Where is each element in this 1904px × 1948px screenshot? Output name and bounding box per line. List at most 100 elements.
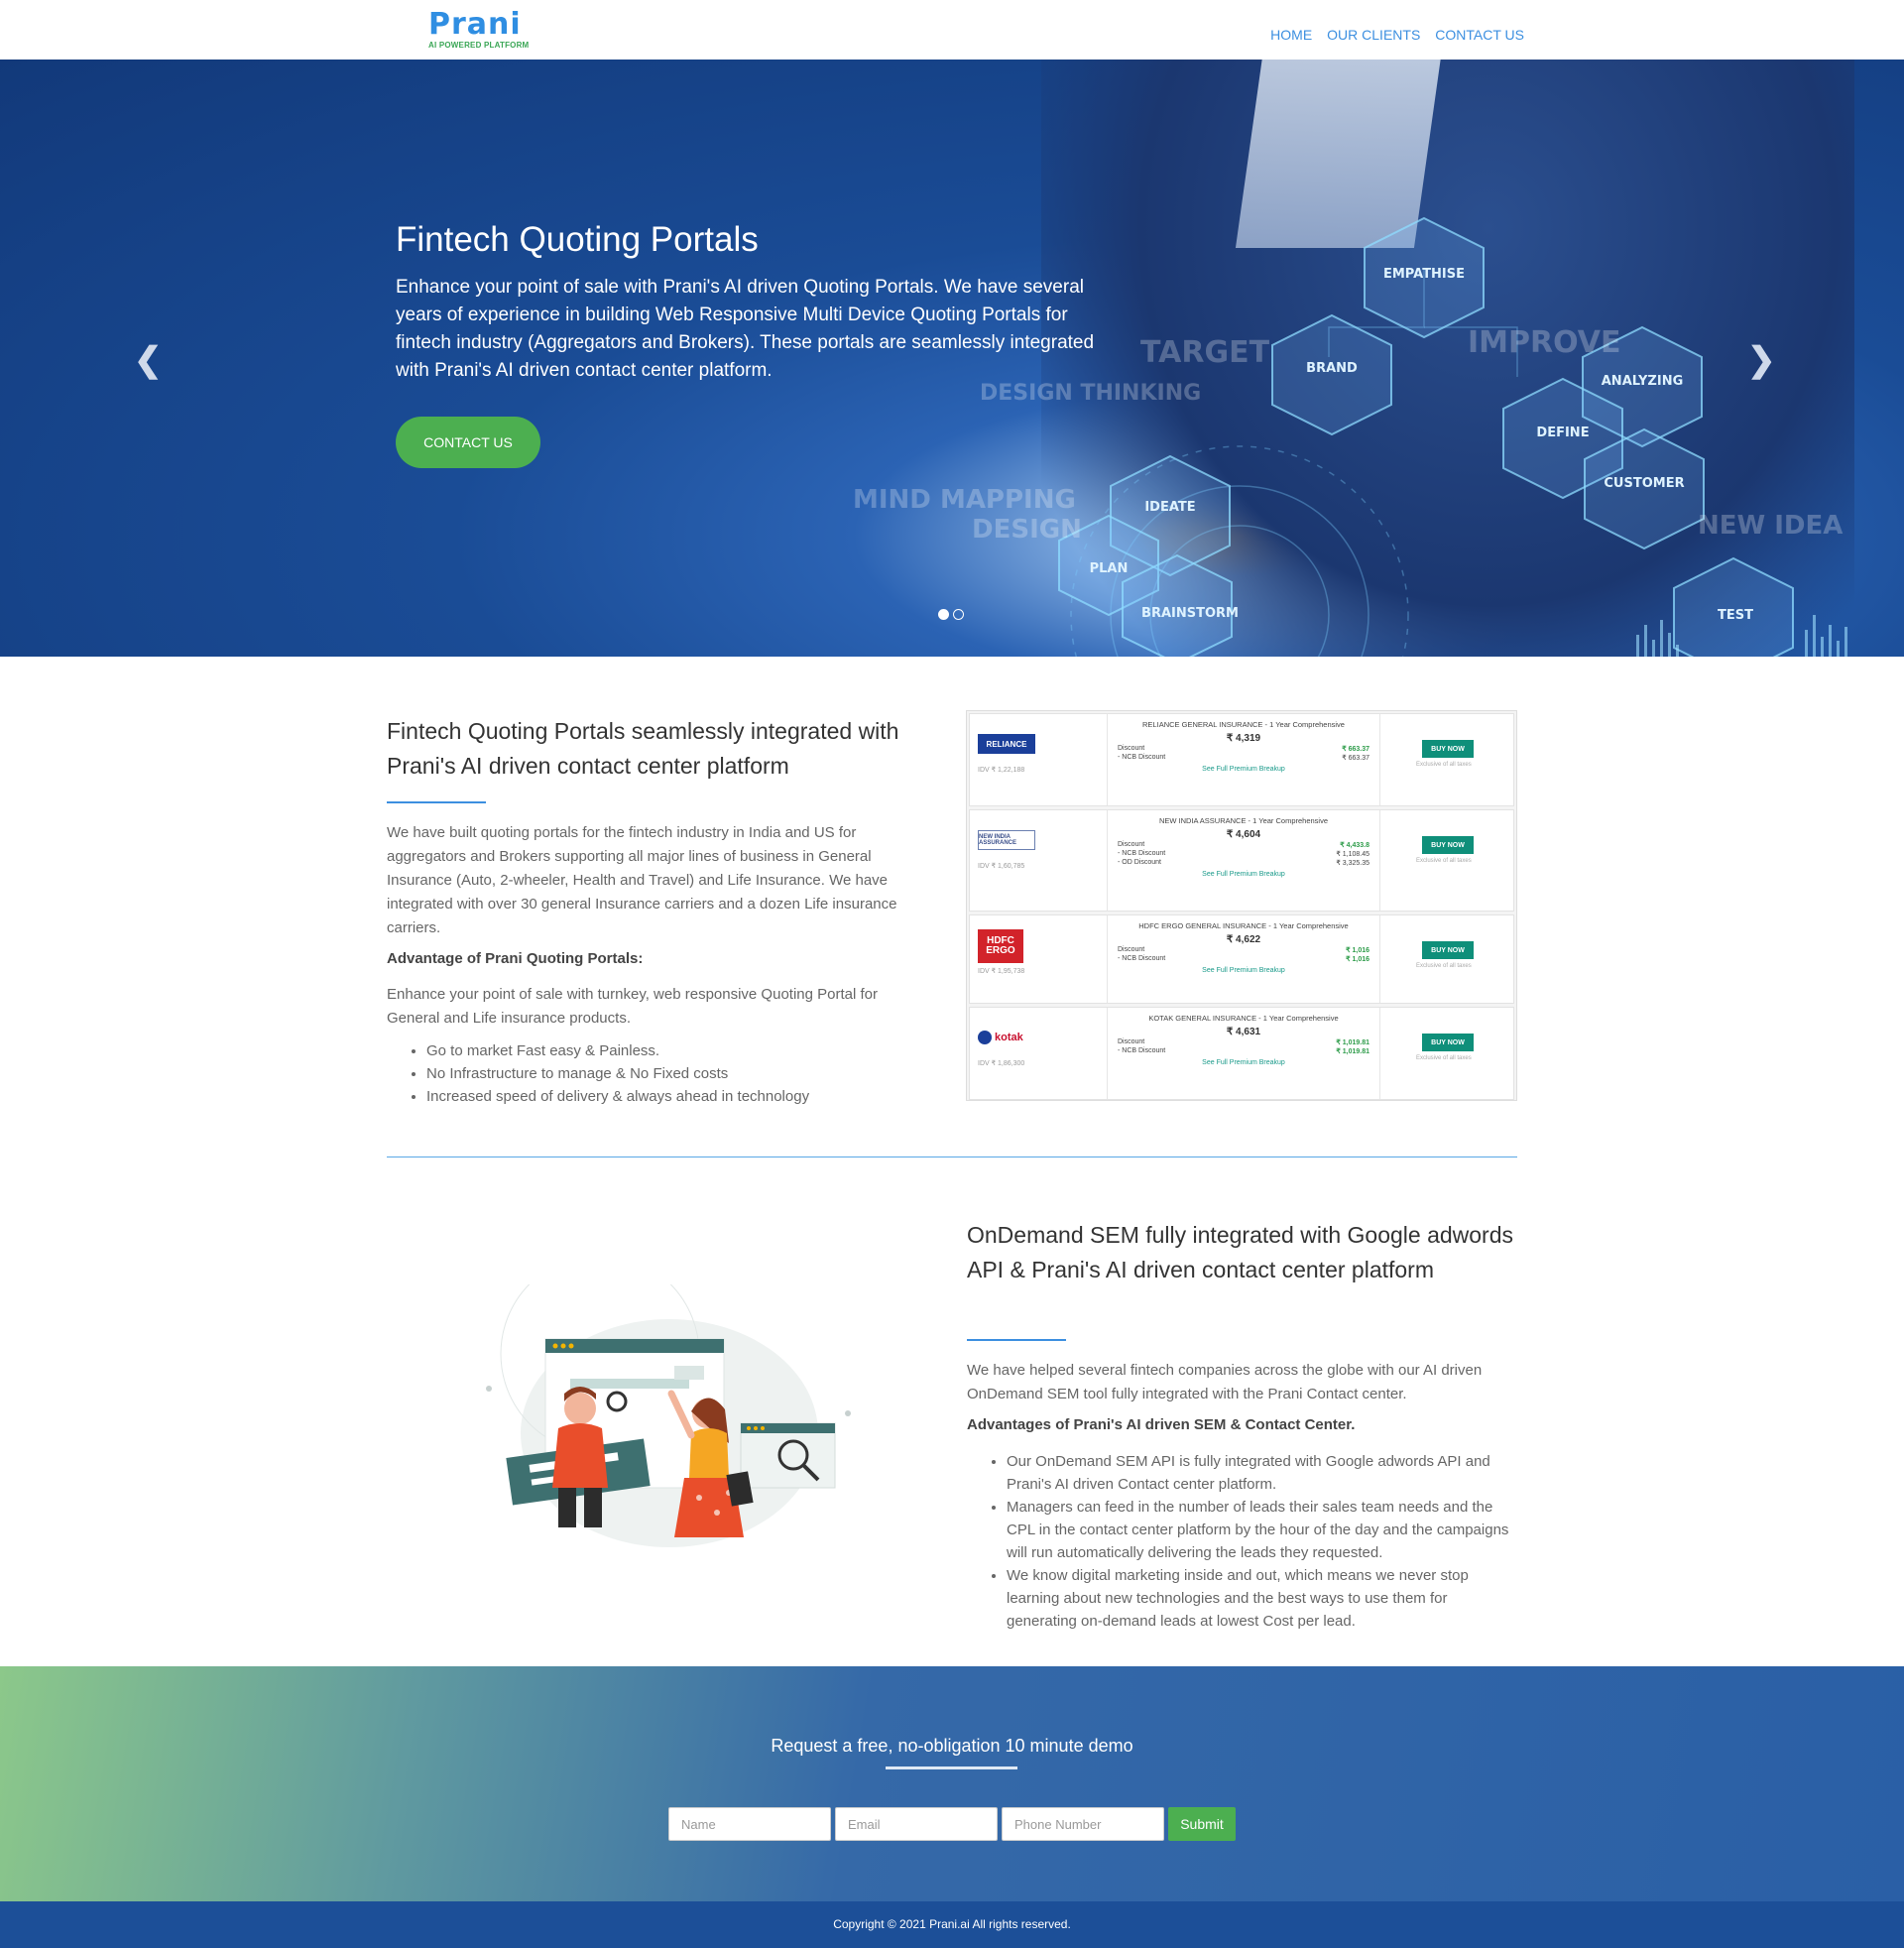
quote-line: Discount ₹ 4,433.8 <box>1118 841 1369 849</box>
quote-idv: IDV ₹ 1,60,785 <box>978 863 1025 870</box>
kotak-logo-icon <box>978 1031 992 1044</box>
section1-subheading: Advantage of Prani Quoting Portals: <box>387 950 644 967</box>
quote-row: RELIANCE IDV ₹ 1,22,188 RELIANCE GENERAL… <box>969 713 1514 806</box>
quote-price: ₹ 4,622 <box>1226 934 1261 945</box>
quote-line: - NCB Discount ₹ 663.37 <box>1118 754 1369 762</box>
quote-row: kotak IDV ₹ 1,86,300 KOTAK GENERAL INSUR… <box>969 1007 1514 1100</box>
insurer-logo: NEW INDIA ASSURANCE <box>978 830 1035 850</box>
section2-heading-rule <box>967 1339 1066 1341</box>
copyright-text: Copyright © 2021 Prani.ai All rights res… <box>833 1917 1071 1931</box>
quote-line: Discount ₹ 663.37 <box>1118 745 1369 753</box>
insurer-logo: kotak <box>978 1028 1035 1047</box>
nav-our-clients[interactable]: OUR CLIENTS <box>1327 27 1420 43</box>
section1-bullet-list: Go to market Fast easy & Painless. No In… <box>426 1039 942 1108</box>
quote-line: - NCB Discount ₹ 1,108.45 <box>1118 850 1369 858</box>
site-header: Prani AI POWERED PLATFORM HOME OUR CLIEN… <box>0 0 1904 60</box>
nav-contact-us[interactable]: CONTACT US <box>1435 27 1524 43</box>
list-item: No Infrastructure to manage & No Fixed c… <box>426 1062 942 1085</box>
premium-breakup-link[interactable]: See Full Premium Breakup <box>1118 967 1369 974</box>
hex-label: TEST <box>1718 608 1753 623</box>
svg-text:NEW IDEA: NEW IDEA <box>1698 511 1843 541</box>
quote-comparison-table: RELIANCE IDV ₹ 1,22,188 RELIANCE GENERAL… <box>966 710 1517 1101</box>
buy-now-button[interactable]: BUY NOW <box>1422 836 1474 854</box>
svg-text:IMPROVE: IMPROVE <box>1468 325 1621 360</box>
svg-text:TARGET: TARGET <box>1140 335 1270 370</box>
quote-idv: IDV ₹ 1,95,738 <box>978 968 1025 975</box>
list-item: Managers can feed in the number of leads… <box>1007 1496 1512 1564</box>
quote-line: - NCB Discount ₹ 1,019.81 <box>1118 1047 1369 1055</box>
list-item: We know digital marketing inside and out… <box>1007 1564 1512 1633</box>
demo-title: Request a free, no-obligation 10 minute … <box>771 1736 1133 1756</box>
name-input[interactable] <box>668 1807 831 1841</box>
carousel-next-icon[interactable]: ❯ <box>1747 343 1776 377</box>
quote-price: ₹ 4,319 <box>1226 733 1261 744</box>
main-nav: HOME OUR CLIENTS CONTACT US <box>1270 27 1524 43</box>
section1-paragraph2: Enhance your point of sale with turnkey,… <box>387 986 878 1027</box>
insurer-logo: HDFC ERGO <box>978 929 1023 963</box>
quote-price: ₹ 4,631 <box>1226 1027 1261 1037</box>
hero-description: Enhance your point of sale with Prani's … <box>396 277 1095 381</box>
tax-note: Exclusive of all taxes <box>1416 858 1472 864</box>
section1-paragraph: We have built quoting portals for the fi… <box>387 824 897 936</box>
phone-input[interactable] <box>1002 1807 1164 1841</box>
tax-note: Exclusive of all taxes <box>1416 1055 1472 1061</box>
hex-label: CUSTOMER <box>1604 476 1684 491</box>
carousel-prev-icon[interactable]: ❮ <box>134 343 163 377</box>
carousel-dot[interactable] <box>938 609 949 620</box>
premium-breakup-link[interactable]: See Full Premium Breakup <box>1118 766 1369 773</box>
quote-title: NEW INDIA ASSURANCE - 1 Year Comprehensi… <box>1158 816 1329 825</box>
hex-label: BRAND <box>1306 361 1358 376</box>
section2-subheading: Advantages of Prani's AI driven SEM & Co… <box>967 1416 1356 1433</box>
section1-heading: Fintech Quoting Portals seamlessly integ… <box>387 718 899 779</box>
demo-form: Submit <box>668 1807 1236 1841</box>
hex-label: DEFINE <box>1536 426 1589 440</box>
svg-text:DESIGN: DESIGN <box>972 515 1082 545</box>
tax-note: Exclusive of all taxes <box>1416 762 1472 768</box>
buy-now-button[interactable]: BUY NOW <box>1422 740 1474 758</box>
quote-title: HDFC ERGO GENERAL INSURANCE - 1 Year Com… <box>1138 921 1349 930</box>
email-input[interactable] <box>835 1807 998 1841</box>
hex-label: ANALYZING <box>1602 374 1684 389</box>
tax-note: Exclusive of all taxes <box>1416 963 1472 969</box>
demo-request-section: Request a free, no-obligation 10 minute … <box>0 1666 1904 1901</box>
hero-carousel: TARGET IMPROVE DESIGN THINKING MIND MAPP… <box>0 60 1904 657</box>
quote-line: Discount ₹ 1,016 <box>1118 946 1369 954</box>
quote-idv: IDV ₹ 1,86,300 <box>978 1060 1025 1067</box>
buy-now-button[interactable]: BUY NOW <box>1422 1034 1474 1051</box>
hex-label: BRAINSTORM <box>1141 606 1239 621</box>
quote-row: HDFC ERGO IDV ₹ 1,95,738 HDFC ERGO GENER… <box>969 914 1514 1004</box>
list-item: Our OnDemand SEM API is fully integrated… <box>1007 1450 1512 1496</box>
quote-title: KOTAK GENERAL INSURANCE - 1 Year Compreh… <box>1148 1014 1339 1023</box>
section2-paragraph: We have helped several fintech companies… <box>967 1362 1483 1402</box>
hex-label: PLAN <box>1090 561 1129 576</box>
buy-now-button[interactable]: BUY NOW <box>1422 941 1474 959</box>
premium-breakup-link[interactable]: See Full Premium Breakup <box>1118 1059 1369 1066</box>
hex-label: EMPATHISE <box>1383 267 1465 282</box>
hero-contact-button[interactable]: CONTACT US <box>396 417 540 468</box>
site-footer: Copyright © 2021 Prani.ai All rights res… <box>0 1901 1904 1948</box>
carousel-indicators <box>938 609 964 620</box>
svg-text:MIND MAPPING: MIND MAPPING <box>853 485 1076 515</box>
logo-text: Prani <box>428 7 522 42</box>
list-item: Increased speed of delivery & always ahe… <box>426 1085 942 1108</box>
demo-title-rule <box>886 1766 1017 1769</box>
logo-tagline: AI POWERED PLATFORM <box>428 41 530 50</box>
quote-title: RELIANCE GENERAL INSURANCE - 1 Year Comp… <box>1142 720 1345 729</box>
quote-idv: IDV ₹ 1,22,188 <box>978 767 1025 774</box>
sem-illustration <box>486 1284 851 1547</box>
section1-heading-rule <box>387 801 486 803</box>
insurer-logo: RELIANCE <box>978 734 1035 754</box>
nav-home[interactable]: HOME <box>1270 27 1312 43</box>
logo[interactable]: Prani AI POWERED PLATFORM <box>428 7 530 51</box>
section2-bullet-list: Our OnDemand SEM API is fully integrated… <box>1007 1450 1512 1633</box>
premium-breakup-link[interactable]: See Full Premium Breakup <box>1118 871 1369 878</box>
hex-label: IDEATE <box>1144 500 1195 515</box>
quote-line: Discount ₹ 1,019.81 <box>1118 1038 1369 1046</box>
section2-heading: OnDemand SEM fully integrated with Googl… <box>967 1222 1514 1282</box>
hero-title: Fintech Quoting Portals <box>396 220 759 259</box>
quote-row: NEW INDIA ASSURANCE IDV ₹ 1,60,785 NEW I… <box>969 809 1514 912</box>
carousel-dot[interactable] <box>953 609 964 620</box>
submit-button[interactable]: Submit <box>1168 1807 1236 1841</box>
quote-line: - NCB Discount ₹ 1,016 <box>1118 955 1369 963</box>
quote-line: - OD Discount ₹ 3,325.35 <box>1118 859 1369 867</box>
